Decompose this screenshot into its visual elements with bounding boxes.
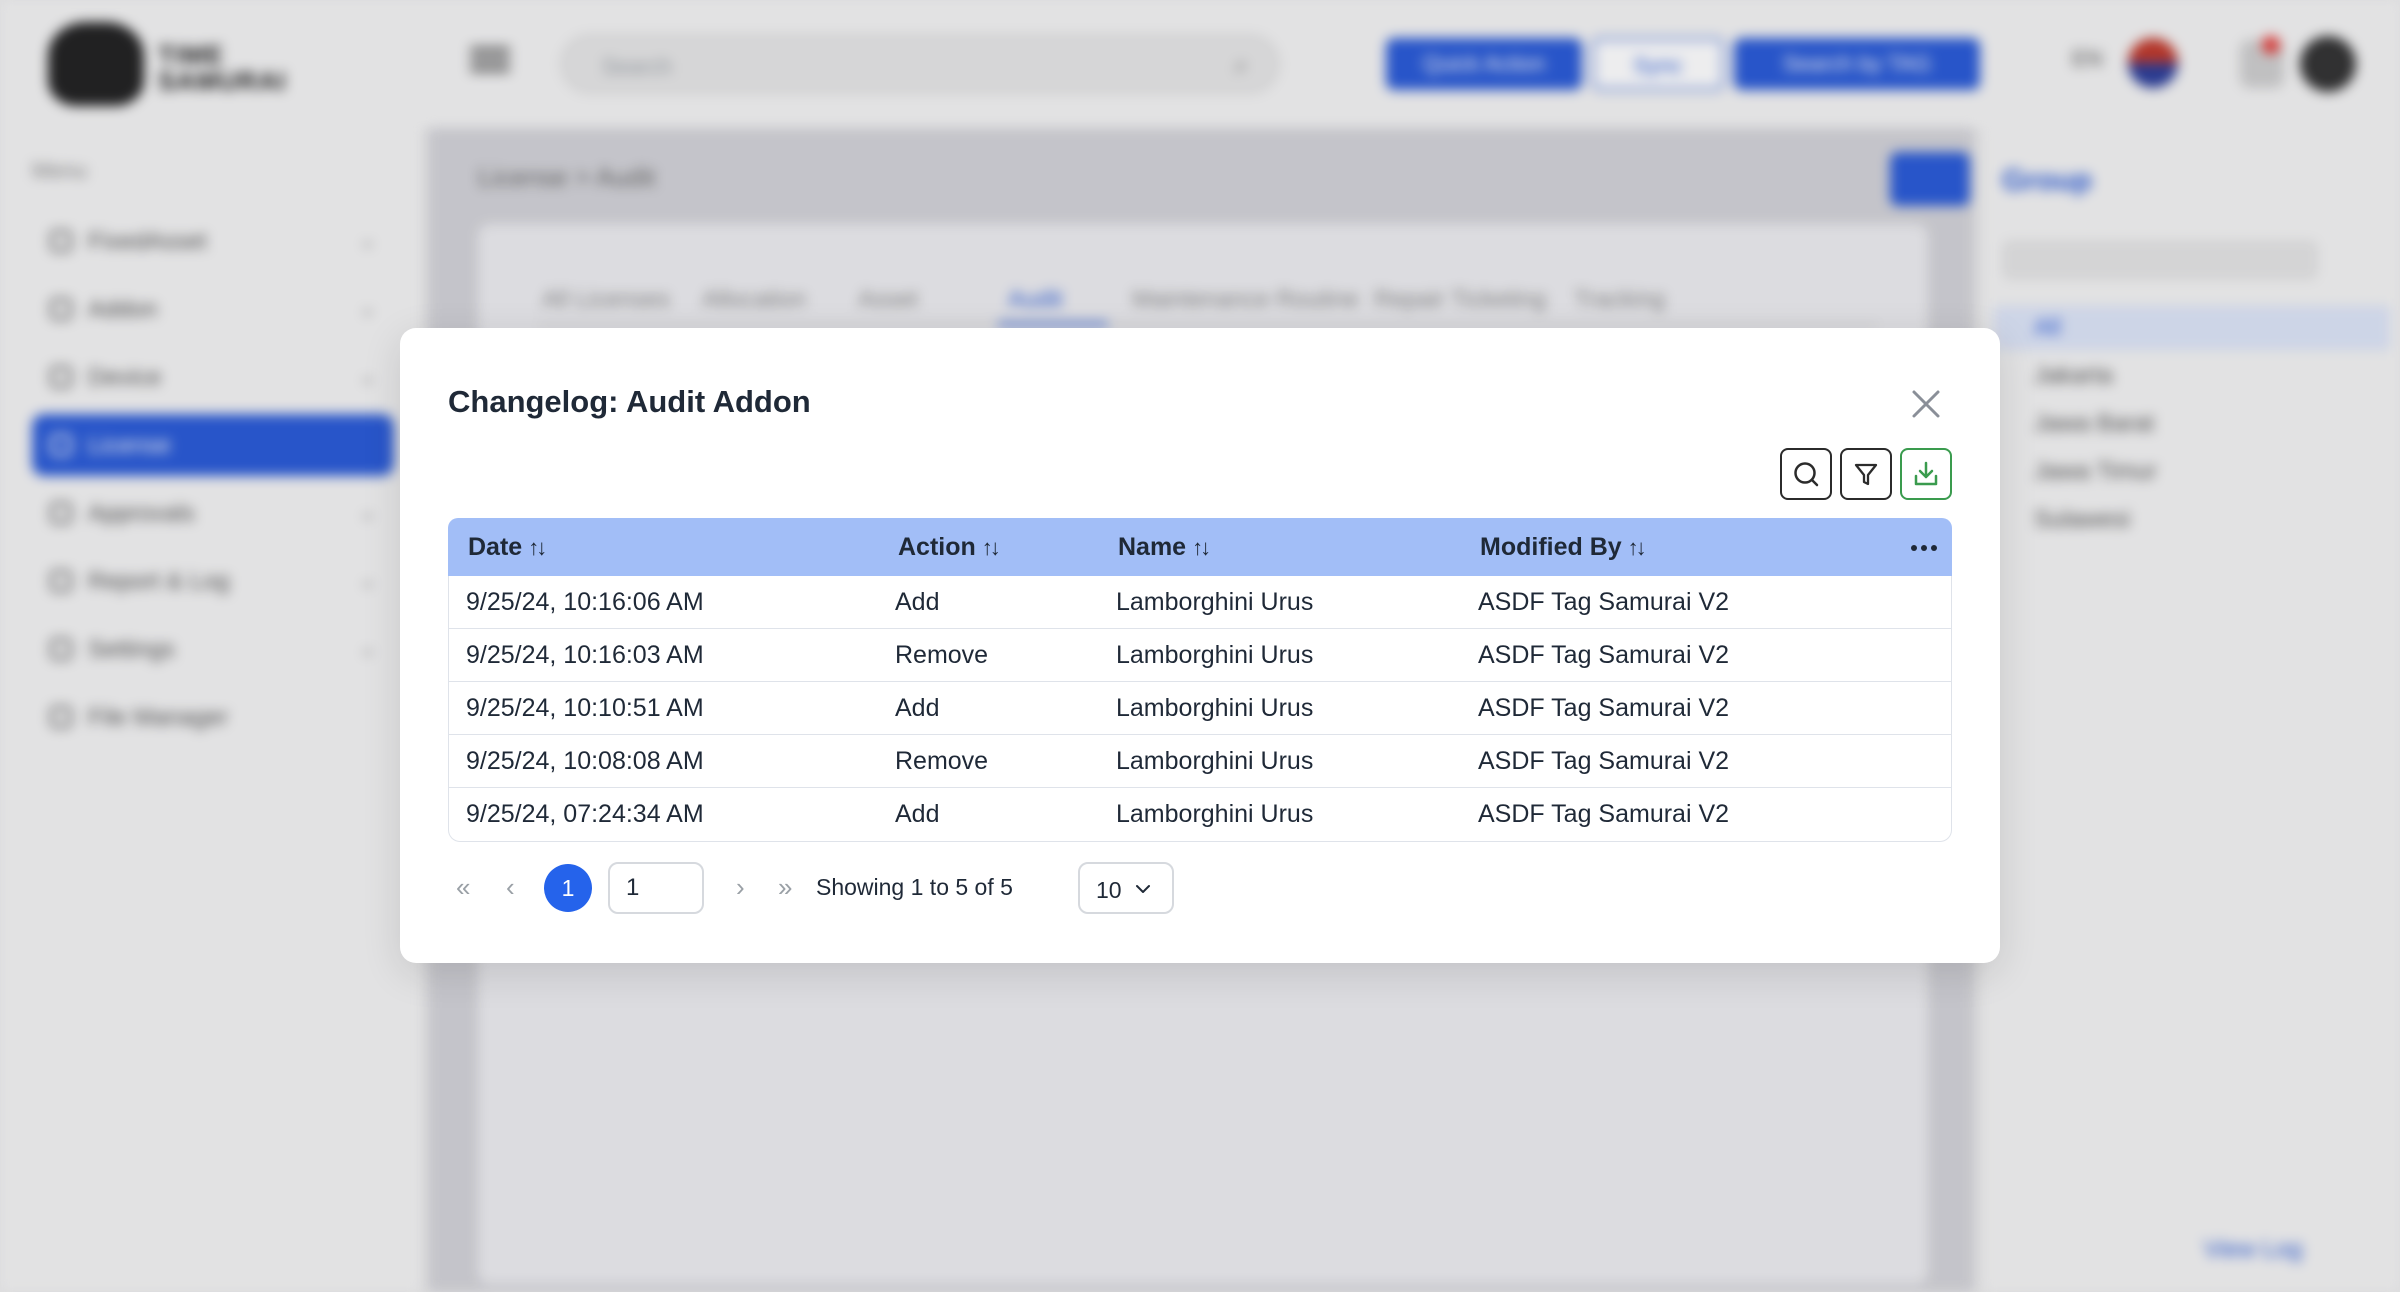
next-page-icon[interactable]: › xyxy=(736,872,745,903)
sort-icon: ↑↓ xyxy=(1627,535,1647,560)
current-page-button[interactable]: 1 xyxy=(544,864,592,912)
sort-icon: ↑↓ xyxy=(528,535,547,560)
last-page-icon[interactable]: » xyxy=(778,872,792,903)
download-icon xyxy=(1914,461,1938,486)
cell-action: Remove xyxy=(895,747,989,775)
cell-action: Add xyxy=(895,588,940,616)
table-row[interactable]: 9/25/24, 10:08:08 AM Remove Lamborghini … xyxy=(449,735,1951,788)
cell-modified-by: ASDF Tag Samurai V2 xyxy=(1478,641,1730,669)
cell-name: Lamborghini Urus xyxy=(1116,800,1314,828)
changelog-modal: Changelog: Audit Addon Date ↑↓ Action ↑↓ N… xyxy=(400,328,2000,963)
close-icon[interactable] xyxy=(1906,384,1946,424)
first-page-icon[interactable]: « xyxy=(456,872,470,903)
search-icon xyxy=(1794,462,1819,487)
cell-action: Add xyxy=(895,800,940,828)
cell-modified-by: ASDF Tag Samurai V2 xyxy=(1478,588,1730,616)
cell-modified-by: ASDF Tag Samurai V2 xyxy=(1478,800,1730,828)
cell-modified-by: ASDF Tag Samurai V2 xyxy=(1478,694,1730,722)
cell-date: 9/25/24, 10:16:06 AM xyxy=(466,588,704,616)
page-size-select[interactable]: 10 xyxy=(1078,862,1174,914)
page-size-value: 10 xyxy=(1096,877,1122,903)
pagination-info: Showing 1 to 5 of 5 xyxy=(816,874,1013,900)
pagination: « ‹ 1 › » Showing 1 to 5 of 5 10 xyxy=(448,860,1348,916)
sort-icon: ↑↓ xyxy=(1192,535,1211,560)
sort-icon: ↑↓ xyxy=(981,535,1001,560)
cell-name: Lamborghini Urus xyxy=(1116,694,1314,722)
changelog-table: Date ↑↓ Action ↑↓ Name ↑↓ Modified By ↑↓ 9/2… xyxy=(448,518,1952,842)
column-header-modified-by[interactable]: Modified By ↑↓ xyxy=(1480,518,1647,576)
cell-action: Add xyxy=(895,694,940,722)
cell-name: Lamborghini Urus xyxy=(1116,588,1314,616)
cell-name: Lamborghini Urus xyxy=(1116,747,1314,775)
table-body: 9/25/24, 10:16:06 AM Add Lamborghini Uru… xyxy=(448,576,1952,842)
previous-page-icon[interactable]: ‹ xyxy=(506,872,515,903)
table-row[interactable]: 9/25/24, 10:10:51 AM Add Lamborghini Uru… xyxy=(449,682,1951,735)
table-header: Date ↑↓ Action ↑↓ Name ↑↓ Modified By ↑↓ xyxy=(448,518,1952,576)
table-filter-button[interactable] xyxy=(1840,448,1892,500)
modal-title: Changelog: Audit Addon xyxy=(448,384,811,419)
filter-icon xyxy=(1854,463,1878,486)
page-number-input[interactable] xyxy=(608,862,704,914)
cell-date: 9/25/24, 10:10:51 AM xyxy=(466,694,704,722)
column-header-label: Date xyxy=(468,533,523,561)
column-header-label: Modified By xyxy=(1480,533,1622,561)
cell-date: 9/25/24, 07:24:34 AM xyxy=(466,800,704,828)
cell-name: Lamborghini Urus xyxy=(1116,641,1314,669)
more-options-icon[interactable] xyxy=(1904,534,1944,562)
cell-date: 9/25/24, 10:16:03 AM xyxy=(466,641,704,669)
column-header-action[interactable]: Action ↑↓ xyxy=(898,518,1001,576)
table-export-button[interactable] xyxy=(1900,448,1952,500)
column-header-label: Name xyxy=(1118,533,1187,561)
cell-action: Remove xyxy=(895,641,989,669)
column-header-date[interactable]: Date ↑↓ xyxy=(468,518,547,576)
cell-modified-by: ASDF Tag Samurai V2 xyxy=(1478,747,1730,775)
table-row[interactable]: 9/25/24, 10:16:03 AM Remove Lamborghini … xyxy=(449,629,1951,682)
table-row[interactable]: 9/25/24, 07:24:34 AM Add Lamborghini Uru… xyxy=(449,788,1951,841)
cell-date: 9/25/24, 10:08:08 AM xyxy=(466,747,704,775)
column-header-label: Action xyxy=(898,533,976,561)
chevron-down-icon xyxy=(1136,885,1150,893)
column-header-name[interactable]: Name ↑↓ xyxy=(1118,518,1211,576)
table-row[interactable]: 9/25/24, 10:16:06 AM Add Lamborghini Uru… xyxy=(449,576,1951,629)
table-search-button[interactable] xyxy=(1780,448,1832,500)
